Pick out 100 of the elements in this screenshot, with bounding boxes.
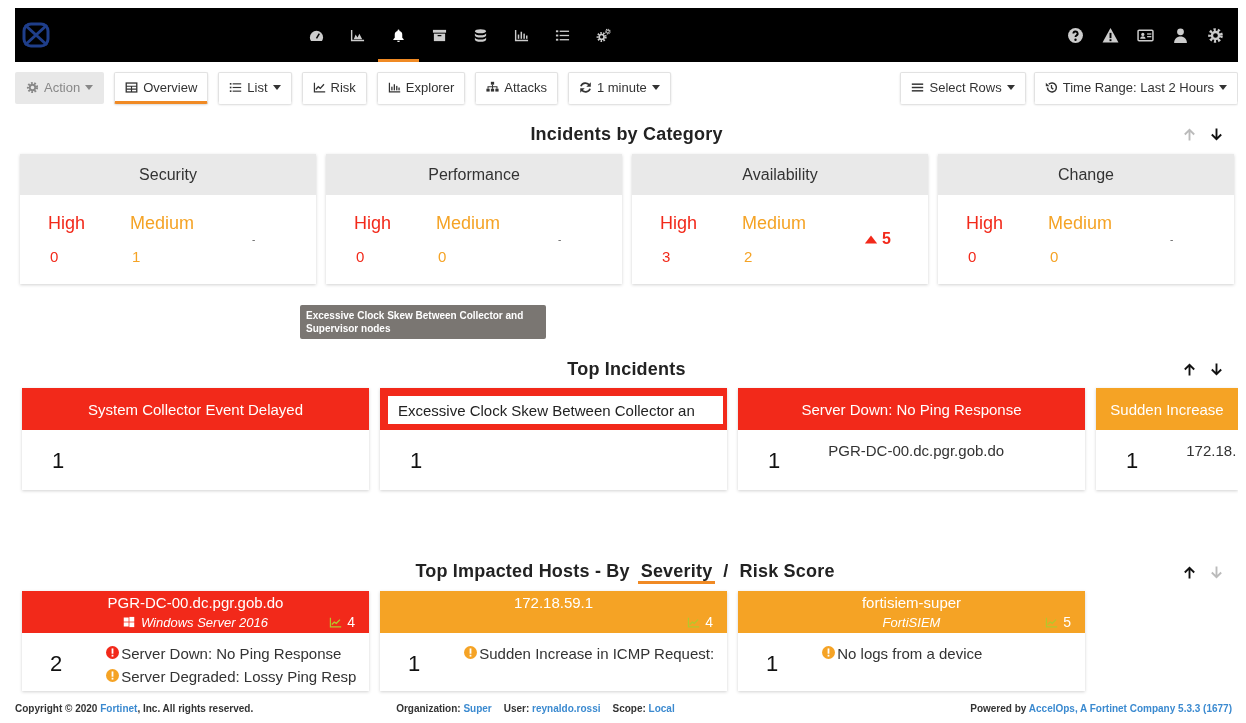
- host-name: 172.18.59.1: [513, 593, 594, 611]
- trend-value: 5: [882, 230, 891, 248]
- count-value: 0: [355, 248, 366, 265]
- incident-text: Server Degraded: Lossy Ping Resp: [121, 668, 357, 685]
- count-value: 0: [1049, 248, 1060, 265]
- caret-icon: [651, 84, 660, 90]
- archive-icon: [432, 27, 447, 43]
- gear-icon: [1207, 26, 1224, 44]
- incident-count: 1: [410, 447, 423, 474]
- toolbar-button[interactable]: Overview: [114, 72, 209, 104]
- tasks-icon: [555, 27, 570, 43]
- count-value: 0: [437, 248, 448, 265]
- link[interactable]: AccelOps, A Fortinet Company 5.3.3 (1677): [1028, 703, 1232, 714]
- toolbar-button[interactable]: List: [218, 72, 292, 104]
- caret-icon: [272, 84, 281, 90]
- incident-count: 1: [766, 650, 779, 677]
- severity-label: Medium: [130, 213, 196, 234]
- link[interactable]: Super: [463, 703, 492, 714]
- trend-chart-icon: [329, 615, 343, 629]
- refresh-icon: [578, 80, 592, 94]
- context-text: User: reynaldo.rossi: [503, 703, 601, 714]
- incident-title[interactable]: Excessive Clock Skew Between Collector an: [388, 396, 723, 424]
- link[interactable]: reynaldo.rossi: [532, 703, 601, 714]
- severity-label: Medium: [742, 213, 808, 234]
- host-name: 172.18.: [1186, 442, 1237, 459]
- table-icon: [125, 80, 139, 94]
- risk-score: 4: [705, 614, 713, 630]
- incident-title[interactable]: Server Down: No Ping Response: [738, 388, 1085, 430]
- caret-icon: [1006, 84, 1015, 90]
- link[interactable]: Local: [648, 703, 675, 714]
- count-value: 3: [661, 248, 672, 265]
- area-chart-icon: [350, 27, 365, 43]
- host-name: PGR-DC-00.dc.pgr.gob.do: [107, 593, 284, 611]
- trend-text: -: [558, 233, 562, 245]
- bar-chart-icon: [387, 80, 401, 94]
- count-value: 0: [967, 248, 978, 265]
- count-value: 1: [131, 248, 142, 265]
- incident-text: Server Down: No Ping Response: [121, 645, 342, 662]
- section-title: Top Incidents: [567, 358, 686, 380]
- incident-count: 1: [768, 447, 781, 474]
- copyright-text: Copyright © 2020 Fortinet, Inc. All rights reserved.: [15, 703, 254, 714]
- category-title: Security: [20, 154, 316, 195]
- line-chart-icon: [312, 80, 326, 94]
- trend-text: -: [252, 233, 256, 245]
- category-title: Performance: [326, 154, 622, 195]
- host-name: PGR-DC-00.dc.pgr.gob.do: [828, 442, 1005, 459]
- user-icon: [1172, 26, 1189, 44]
- incident-count: 1: [52, 447, 65, 474]
- tooltip: Excessive Clock Skew Between Collector and Supervisor nodes: [300, 305, 546, 339]
- windows-icon: [122, 616, 135, 628]
- toolbar-button[interactable]: Attacks: [475, 72, 558, 104]
- incident-count: 1: [408, 650, 421, 677]
- help-icon: [1067, 26, 1084, 44]
- caret-icon: [1219, 84, 1227, 90]
- incident-title[interactable]: System Collector Event Delayed: [22, 388, 369, 430]
- trend-chart-icon: [687, 615, 701, 629]
- trend-chart-icon: [1045, 615, 1059, 629]
- separator-text: /: [723, 560, 729, 583]
- severity-label: Medium: [436, 213, 502, 234]
- incident-text: No logs from a device: [837, 645, 983, 662]
- category-title: Availability: [632, 154, 928, 195]
- toolbar-button[interactable]: Time Range: Last 2 Hours: [1033, 72, 1238, 104]
- warning-icon: [1102, 26, 1119, 44]
- severity-label: Medium: [1048, 213, 1114, 234]
- count-value: 0: [49, 248, 60, 265]
- sort-tab[interactable]: Severity: [637, 560, 716, 584]
- sort-tab[interactable]: Risk Score: [736, 560, 838, 584]
- trend-text: -: [1170, 233, 1174, 245]
- toolbar-button[interactable]: Select Rows: [900, 72, 1026, 104]
- incident-count: 2: [50, 650, 63, 678]
- host-name: fortisiem-super: [861, 593, 962, 611]
- toolbar-button[interactable]: Risk: [301, 72, 367, 104]
- bars-icon: [911, 80, 925, 94]
- severity-label: High: [966, 213, 1005, 234]
- risk-score: 4: [347, 614, 355, 630]
- bell-icon: [391, 27, 406, 43]
- sitemap-icon: [486, 80, 500, 94]
- category-title: Change: [938, 154, 1234, 195]
- logo-icon: [21, 21, 51, 49]
- section-title: Incidents by Category: [530, 123, 723, 145]
- id-card-icon: [1137, 26, 1154, 44]
- toolbar-button[interactable]: 1 minute: [567, 72, 671, 104]
- list-icon: [229, 80, 243, 94]
- count-value: 2: [743, 248, 754, 265]
- section-title: Top Impacted Hosts - By: [415, 560, 630, 583]
- incident-text: Sudden Increase in ICMP Request:: [479, 645, 715, 662]
- os-text: Windows Server 2016: [140, 614, 269, 630]
- powered-by-text: Powered by AccelOps, A Fortinet Company 5.3.3 (1677): [970, 703, 1232, 714]
- bar-chart-icon: [514, 27, 529, 43]
- incident-count: 1: [1126, 447, 1139, 474]
- os-text: FortiSIEM: [882, 614, 941, 630]
- toolbar-button[interactable]: Explorer: [376, 72, 466, 104]
- severity-label: High: [660, 213, 699, 234]
- severity-label: High: [354, 213, 393, 234]
- history-icon: [1044, 80, 1058, 94]
- risk-score: 5: [1063, 614, 1071, 630]
- gear-icon: [26, 80, 39, 94]
- database-icon: [473, 27, 488, 43]
- severity-label: High: [48, 213, 87, 234]
- context-text: Organization: Super: [396, 703, 492, 714]
